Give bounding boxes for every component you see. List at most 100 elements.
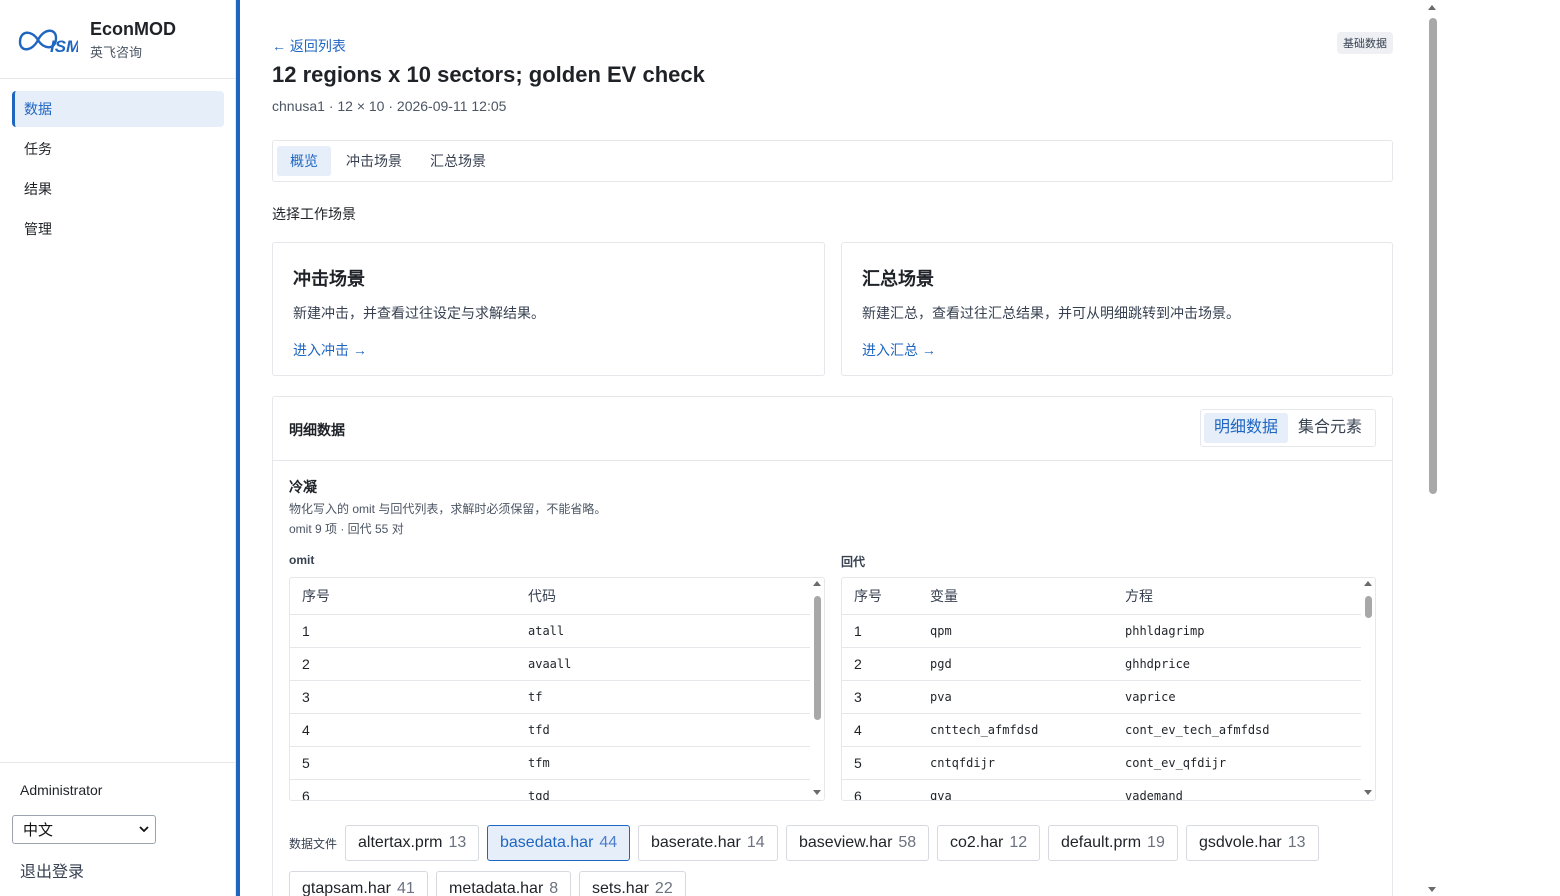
table-row: 6 tgd — [290, 779, 824, 800]
table-row: 1 atall — [290, 614, 824, 648]
brand-name: EconMOD — [90, 19, 177, 39]
file-chip[interactable]: default.prm 19 — [1048, 825, 1178, 861]
svg-text:ISM: ISM — [50, 37, 78, 56]
file-name: co2.har — [950, 834, 1004, 851]
file-count: 13 — [1287, 834, 1306, 851]
omit-label: omit — [289, 553, 315, 567]
scroll-down-arrow-icon[interactable] — [813, 790, 821, 795]
back-to-list-link[interactable]: ← 返回列表 — [272, 36, 346, 56]
cell-index: 6 — [290, 779, 516, 800]
file-count: 58 — [898, 834, 917, 851]
sidebar-nav: 数据 任务 结果 管理 — [12, 91, 224, 251]
cell-code: tgd — [516, 779, 824, 800]
file-chip[interactable]: baserate.har 14 — [638, 825, 778, 861]
scroll-up-arrow-icon[interactable] — [813, 581, 821, 586]
file-count: 19 — [1147, 834, 1165, 851]
page-meta: chnusa1 · 12 × 10 · 2026-09-11 12:05 — [272, 98, 507, 114]
cell-code: avaall — [516, 647, 824, 681]
cell-variable: cnttech_afmfdsd — [918, 713, 1113, 747]
scroll-thumb[interactable] — [814, 596, 821, 720]
enter-summary-link[interactable]: 进入汇总 → — [862, 340, 936, 360]
file-chip[interactable]: basedata.har 44 — [487, 825, 631, 861]
freeze-description: 物化写入的 omit 与回代列表，求解时必须保留，不能省略。 — [289, 502, 607, 516]
file-chip[interactable]: altertax.prm 13 — [345, 825, 480, 861]
file-name: sets.har — [592, 880, 649, 896]
scroll-thumb[interactable] — [1429, 18, 1437, 494]
sidebar-item-results[interactable]: 结果 — [12, 171, 224, 207]
toggle-set-elements[interactable]: 集合元素 — [1288, 413, 1372, 443]
logout-link[interactable]: 退出登录 — [20, 858, 84, 882]
file-chip[interactable]: baseview.har 58 — [786, 825, 930, 861]
cell-equation: vademand — [1113, 779, 1375, 800]
cell-variable: qpm — [918, 614, 1113, 648]
omit-table-scrollbar[interactable] — [810, 578, 824, 800]
page-title: 12 regions x 10 sectors; golden EV check — [272, 62, 705, 87]
column-header-code: 代码 — [516, 578, 824, 615]
freeze-title: 冷凝 — [289, 479, 317, 495]
cell-index: 6 — [842, 779, 918, 800]
file-name: gsdvole.har — [1199, 834, 1282, 851]
scroll-thumb[interactable] — [1365, 596, 1372, 618]
card-description: 新建冲击，并查看过往设定与求解结果。 — [293, 305, 545, 321]
table-row: 2 pgd ghhdprice — [842, 647, 1375, 681]
cell-variable: cntqfdijr — [918, 746, 1113, 780]
detail-data-panel: 明细数据 明细数据 集合元素 冷凝 物化写入的 omit 与回代列表，求解时必须… — [272, 396, 1393, 896]
table-row: 3 tf — [290, 680, 824, 714]
file-chip[interactable]: co2.har 12 — [937, 825, 1041, 861]
file-count: 14 — [746, 834, 765, 851]
file-chip[interactable]: sets.har 22 — [579, 871, 686, 896]
cell-variable: pgd — [918, 647, 1113, 681]
brand-divider — [0, 78, 236, 79]
table-header-row: 序号 变量 方程 — [842, 578, 1375, 615]
file-count: 41 — [396, 880, 415, 896]
backsub-table: 序号 变量 方程 1 qpm phhldagrimp 2 pgd ghhdprice 3… — [841, 577, 1376, 801]
file-chip[interactable]: gsdvole.har 13 — [1186, 825, 1319, 861]
cell-equation: vaprice — [1113, 680, 1375, 714]
tab-shock-scenario[interactable]: 冲击场景 — [333, 146, 415, 176]
section-label: 选择工作场景 — [272, 206, 356, 222]
table-row: 5 tfm — [290, 746, 824, 780]
cell-equation: cont_ev_qfdijr — [1113, 746, 1375, 780]
page-tabs: 概览 冲击场景 汇总场景 — [272, 140, 1393, 182]
page-scrollbar[interactable] — [1425, 0, 1440, 896]
table-row: 1 qpm phhldagrimp — [842, 614, 1375, 648]
file-count: 22 — [654, 880, 673, 896]
cell-code: atall — [516, 614, 824, 648]
scroll-up-arrow-icon[interactable] — [1428, 5, 1436, 10]
tab-summary-scenario[interactable]: 汇总场景 — [417, 146, 499, 176]
table-row: 4 tfd — [290, 713, 824, 747]
omit-table: 序号 代码 1 atall 2 avaall 3 tf 4 tfd 5 tfm 6 tgd — [289, 577, 825, 801]
sidebar-item-data[interactable]: 数据 — [12, 91, 224, 127]
scroll-down-arrow-icon[interactable] — [1428, 887, 1436, 892]
cell-index: 1 — [842, 614, 918, 648]
detail-title: 明细数据 — [289, 422, 345, 438]
sidebar-item-tasks[interactable]: 任务 — [12, 131, 224, 167]
dataset-type-badge: 基础数据 — [1337, 32, 1393, 54]
language-select-value: 中文 — [23, 821, 54, 839]
table-row: 3 pva vaprice — [842, 680, 1375, 714]
file-name: gtapsam.har — [302, 880, 391, 896]
scroll-up-arrow-icon[interactable] — [1364, 581, 1372, 586]
backsub-table-scrollbar[interactable] — [1361, 578, 1375, 800]
cell-equation: ghhdprice — [1113, 647, 1375, 681]
table-row: 6 qva vademand — [842, 779, 1375, 800]
tab-overview[interactable]: 概览 — [277, 146, 331, 176]
file-chip[interactable]: gtapsam.har 41 — [289, 871, 428, 896]
sidebar-accent-bar — [236, 0, 240, 896]
file-count: 44 — [599, 834, 618, 851]
table-row: 4 cnttech_afmfdsd cont_ev_tech_afmfdsd — [842, 713, 1375, 747]
toggle-detail-data[interactable]: 明细数据 — [1203, 413, 1288, 443]
backsub-label: 回代 — [841, 555, 866, 569]
shock-scenario-card: 冲击场景 新建冲击，并查看过往设定与求解结果。 进入冲击 → — [272, 242, 825, 376]
enter-shock-link[interactable]: 进入冲击 → — [293, 340, 367, 360]
file-name: baserate.har — [651, 834, 741, 851]
column-header-variable: 变量 — [918, 578, 1113, 615]
detail-header: 明细数据 明细数据 集合元素 — [273, 397, 1392, 461]
sidebar-item-admin[interactable]: 管理 — [12, 211, 224, 247]
scroll-down-arrow-icon[interactable] — [1364, 790, 1372, 795]
brand-subtitle: 英飞咨询 — [90, 45, 143, 60]
cell-code: tfd — [516, 713, 824, 747]
card-title: 冲击场景 — [293, 269, 365, 289]
file-chip[interactable]: metadata.har 8 — [436, 871, 572, 896]
language-select[interactable]: 中文 — [12, 815, 156, 844]
